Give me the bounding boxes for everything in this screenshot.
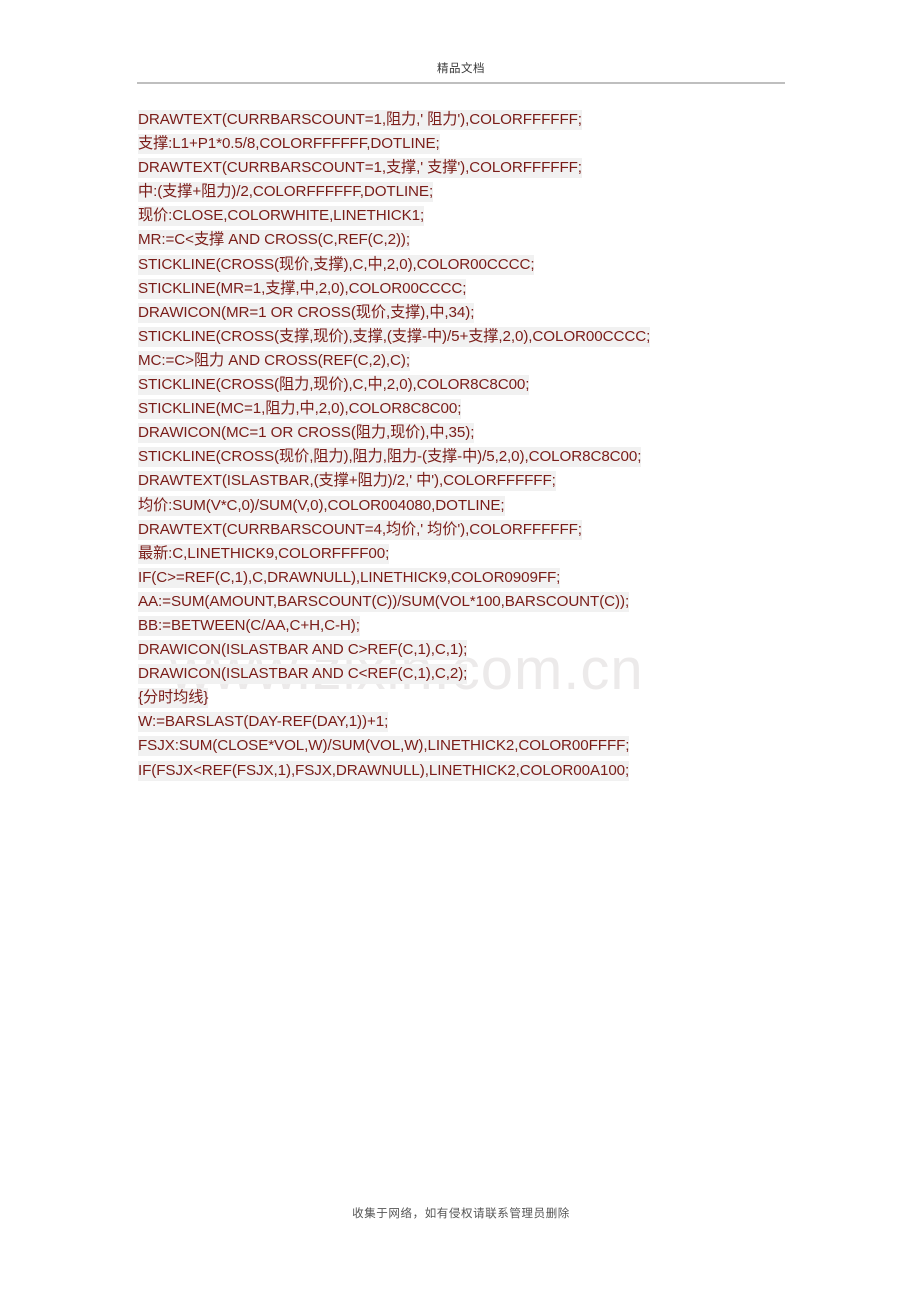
code-line-text: DRAWTEXT(CURRBARSCOUNT=1,阻力,' 阻力'),COLOR… <box>138 110 582 130</box>
code-line: IF(C>=REF(C,1),C,DRAWNULL),LINETHICK9,CO… <box>138 566 798 590</box>
code-line: 现价:CLOSE,COLORWHITE,LINETHICK1; <box>138 204 798 228</box>
code-line-text: STICKLINE(CROSS(支撑,现价),支撑,(支撑-中)/5+支撑,2,… <box>138 326 651 347</box>
code-line-text: 最新:C,LINETHICK9,COLORFFFF00; <box>138 543 390 564</box>
code-line: STICKLINE(CROSS(现价,阻力),阻力,阻力-(支撑-中)/5,2,… <box>138 445 798 469</box>
footer-notice: 收集于网络，如有侵权请联系管理员删除 <box>352 1206 570 1220</box>
header-divider <box>137 82 785 84</box>
code-line: STICKLINE(MC=1,阻力,中,2,0),COLOR8C8C00; <box>138 397 798 421</box>
code-line: DRAWTEXT(CURRBARSCOUNT=1,阻力,' 阻力'),COLOR… <box>138 108 798 132</box>
code-line-text: STICKLINE(CROSS(阻力,现价),C,中,2,0),COLOR8C8… <box>138 375 530 396</box>
code-line: 最新:C,LINETHICK9,COLORFFFF00; <box>138 542 798 566</box>
code-line-text: MR:=C<支撑 AND CROSS(C,REF(C,2)); <box>138 230 410 251</box>
code-line: DRAWICON(MC=1 OR CROSS(阻力,现价),中,35); <box>138 421 798 445</box>
code-line-text: DRAWICON(ISLASTBAR AND C>REF(C,1),C,1); <box>138 640 468 661</box>
code-line-text: DRAWTEXT(ISLASTBAR,(支撑+阻力)/2,' 中'),COLOR… <box>138 471 556 492</box>
header-title: 精品文档 <box>437 61 485 75</box>
code-line-text: STICKLINE(MR=1,支撑,中,2,0),COLOR00CCCC; <box>138 278 467 299</box>
code-line: MC:=C>阻力 AND CROSS(REF(C,2),C); <box>138 349 798 373</box>
code-line-text: DRAWICON(MR=1 OR CROSS(现价,支撑),中,34); <box>138 302 475 323</box>
code-line: DRAWTEXT(CURRBARSCOUNT=4,均价,' 均价'),COLOR… <box>138 518 798 542</box>
code-line-text: DRAWICON(MC=1 OR CROSS(阻力,现价),中,35); <box>138 423 475 444</box>
code-line: {分时均线} <box>138 686 798 710</box>
code-line-text: BB:=BETWEEN(C/AA,C+H,C-H); <box>138 615 360 636</box>
code-line: DRAWICON(MR=1 OR CROSS(现价,支撑),中,34); <box>138 301 798 325</box>
code-line-text: 中:(支撑+阻力)/2,COLORFFFFFF,DOTLINE; <box>138 182 434 203</box>
code-line-text: STICKLINE(MC=1,阻力,中,2,0),COLOR8C8C00; <box>138 399 462 420</box>
code-line: AA:=SUM(AMOUNT,BARSCOUNT(C))/SUM(VOL*100… <box>138 590 798 614</box>
code-line-text: IF(C>=REF(C,1),C,DRAWNULL),LINETHICK9,CO… <box>138 567 561 588</box>
code-line-text: 支撑:L1+P1*0.5/8,COLORFFFFFF,DOTLINE; <box>138 134 440 155</box>
code-line-text: IF(FSJX<REF(FSJX,1),FSJX,DRAWNULL),LINET… <box>138 760 630 781</box>
code-line: DRAWTEXT(ISLASTBAR,(支撑+阻力)/2,' 中'),COLOR… <box>138 469 798 493</box>
code-line-text: W:=BARSLAST(DAY-REF(DAY,1))+1; <box>138 712 389 733</box>
code-line: BB:=BETWEEN(C/AA,C+H,C-H); <box>138 614 798 638</box>
document-footer: 收集于网络，如有侵权请联系管理员删除 <box>137 1205 785 1221</box>
code-line-text: DRAWICON(ISLASTBAR AND C<REF(C,1),C,2); <box>138 664 468 685</box>
code-line: 均价:SUM(V*C,0)/SUM(V,0),COLOR004080,DOTLI… <box>138 494 798 518</box>
code-line: 中:(支撑+阻力)/2,COLORFFFFFF,DOTLINE; <box>138 180 798 204</box>
code-line: STICKLINE(MR=1,支撑,中,2,0),COLOR00CCCC; <box>138 277 798 301</box>
code-line: STICKLINE(CROSS(阻力,现价),C,中,2,0),COLOR8C8… <box>138 373 798 397</box>
code-block: DRAWTEXT(CURRBARSCOUNT=1,阻力,' 阻力'),COLOR… <box>138 108 798 783</box>
code-line: DRAWICON(ISLASTBAR AND C>REF(C,1),C,1); <box>138 638 798 662</box>
code-line: W:=BARSLAST(DAY-REF(DAY,1))+1; <box>138 710 798 734</box>
code-line-text: DRAWTEXT(CURRBARSCOUNT=1,支撑,' 支撑'),COLOR… <box>138 158 582 179</box>
code-line: FSJX:SUM(CLOSE*VOL,W)/SUM(VOL,W),LINETHI… <box>138 734 798 758</box>
code-line: DRAWTEXT(CURRBARSCOUNT=1,支撑,' 支撑'),COLOR… <box>138 156 798 180</box>
code-line-text: STICKLINE(CROSS(现价,阻力),阻力,阻力-(支撑-中)/5,2,… <box>138 447 642 468</box>
code-line-text: FSJX:SUM(CLOSE*VOL,W)/SUM(VOL,W),LINETHI… <box>138 736 630 757</box>
code-line: 支撑:L1+P1*0.5/8,COLORFFFFFF,DOTLINE; <box>138 132 798 156</box>
code-line-text: AA:=SUM(AMOUNT,BARSCOUNT(C))/SUM(VOL*100… <box>138 591 630 612</box>
code-line-text: MC:=C>阻力 AND CROSS(REF(C,2),C); <box>138 350 410 371</box>
code-line: STICKLINE(CROSS(支撑,现价),支撑,(支撑-中)/5+支撑,2,… <box>138 325 798 349</box>
code-line-text: 均价:SUM(V*C,0)/SUM(V,0),COLOR004080,DOTLI… <box>138 495 505 516</box>
code-line: STICKLINE(CROSS(现价,支撑),C,中,2,0),COLOR00C… <box>138 253 798 277</box>
code-line: IF(FSJX<REF(FSJX,1),FSJX,DRAWNULL),LINET… <box>138 759 798 783</box>
code-line-text: DRAWTEXT(CURRBARSCOUNT=4,均价,' 均价'),COLOR… <box>138 519 582 540</box>
document-page: www.zixin.com.cn 精品文档 DRAWTEXT(CURRBARSC… <box>0 0 920 1302</box>
code-line-text: {分时均线} <box>138 688 209 709</box>
code-line: DRAWICON(ISLASTBAR AND C<REF(C,1),C,2); <box>138 662 798 686</box>
code-line-text: STICKLINE(CROSS(现价,支撑),C,中,2,0),COLOR00C… <box>138 254 535 275</box>
code-line-text: 现价:CLOSE,COLORWHITE,LINETHICK1; <box>138 206 425 227</box>
code-line: MR:=C<支撑 AND CROSS(C,REF(C,2)); <box>138 228 798 252</box>
document-header: 精品文档 <box>137 60 785 76</box>
